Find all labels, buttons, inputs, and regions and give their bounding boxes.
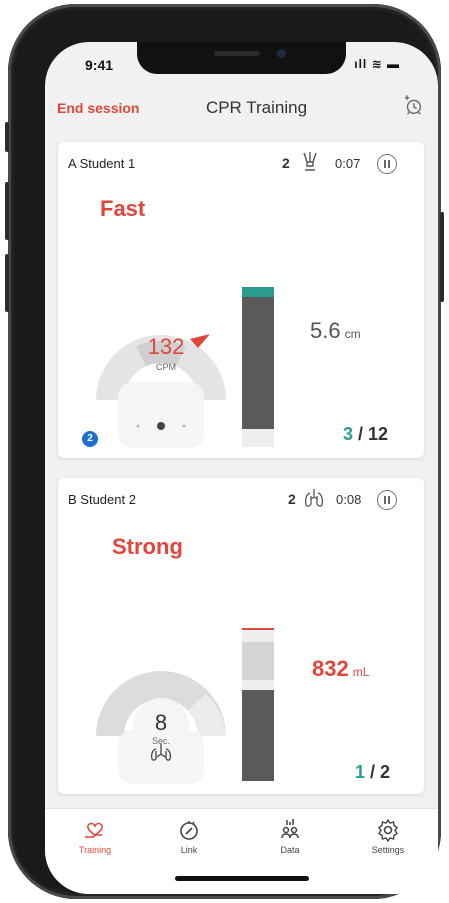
lungs-icon — [304, 489, 324, 507]
tab-label: Data — [280, 845, 300, 855]
notification-badge: 2 — [82, 431, 98, 447]
volume-down-button — [5, 254, 9, 312]
tab-label: Settings — [371, 845, 405, 855]
gauge-unit: Sec. — [151, 736, 170, 746]
volume-metric: 832 mL — [312, 656, 369, 682]
student-card-1[interactable]: A Student 1 2 0:07 Fast 132 CPM 5.6 cm 2… — [58, 142, 424, 458]
cycle-score: 1 / 2 — [355, 762, 390, 783]
tab-training[interactable]: Training — [65, 817, 125, 855]
ventilation-gauge — [96, 671, 226, 784]
student-name: B Student 2 — [68, 492, 136, 507]
power-button — [440, 212, 444, 302]
depth-unit: cm — [344, 327, 361, 341]
home-indicator — [175, 876, 309, 881]
score-done: 3 — [343, 424, 354, 444]
depth-bar — [242, 287, 274, 447]
volume-up-button — [5, 182, 9, 240]
depth-metric: 5.6 cm — [310, 318, 361, 344]
add-alarm-icon[interactable] — [402, 94, 424, 116]
volume-bar — [242, 628, 274, 781]
link-icon — [180, 821, 198, 840]
volume-target-zone — [242, 642, 274, 680]
end-session-button[interactable]: End session — [57, 100, 139, 116]
student-card-2[interactable]: B Student 2 2 0:08 Strong 8 Sec. 832 mL … — [58, 478, 424, 794]
pause-button[interactable] — [377, 154, 397, 174]
volume-target-line — [242, 628, 274, 630]
notch — [137, 42, 346, 74]
score-total: / 2 — [370, 762, 391, 782]
speaker — [214, 51, 260, 56]
status-icons: ıll ≋ ▬ — [354, 57, 400, 71]
gear-icon — [378, 818, 398, 843]
phone-frame: 9:41 ıll ≋ ▬ CPR Training End session A … — [5, 4, 444, 899]
status-time: 9:41 — [85, 57, 114, 73]
gauge-value: 8 — [154, 710, 168, 735]
tab-settings[interactable]: Settings — [358, 817, 418, 855]
score-done: 1 — [355, 762, 366, 782]
volume-value: 832 — [312, 656, 349, 681]
app-screen: 9:41 ıll ≋ ▬ CPR Training End session A … — [45, 42, 438, 894]
app-header: CPR Training End session — [45, 90, 438, 120]
volume-bar-fill — [242, 690, 274, 781]
camera — [277, 49, 286, 58]
score-total: / 12 — [358, 424, 389, 444]
rate-unit: CPM — [156, 362, 176, 372]
feedback-label: Fast — [100, 196, 146, 221]
pause-button[interactable] — [377, 490, 397, 510]
depth-bar-fill — [242, 297, 274, 429]
session-timer: 0:08 — [336, 492, 362, 507]
session-timer: 0:07 — [335, 156, 361, 171]
heart-hand-icon — [85, 822, 103, 838]
tab-label: Link — [180, 845, 198, 855]
compression-hands-icon — [303, 152, 317, 171]
depth-bar-target — [242, 287, 274, 297]
tab-bar: Training Link Data Settings — [45, 808, 438, 894]
rate-value: 132 — [147, 334, 185, 359]
student-name: A Student 1 — [68, 156, 136, 171]
volume-unit: mL — [352, 665, 370, 679]
people-data-icon — [281, 819, 299, 839]
cycle-score: 3 / 12 — [343, 424, 388, 445]
cycle-count: 2 — [282, 155, 290, 171]
tab-link[interactable]: Link — [159, 817, 219, 855]
feedback-label: Strong — [112, 534, 183, 559]
tab-label: Training — [78, 845, 112, 855]
mute-switch — [5, 122, 9, 152]
tab-data[interactable]: Data — [260, 817, 320, 855]
depth-value: 5.6 — [310, 318, 341, 343]
cycle-count: 2 — [288, 491, 296, 507]
